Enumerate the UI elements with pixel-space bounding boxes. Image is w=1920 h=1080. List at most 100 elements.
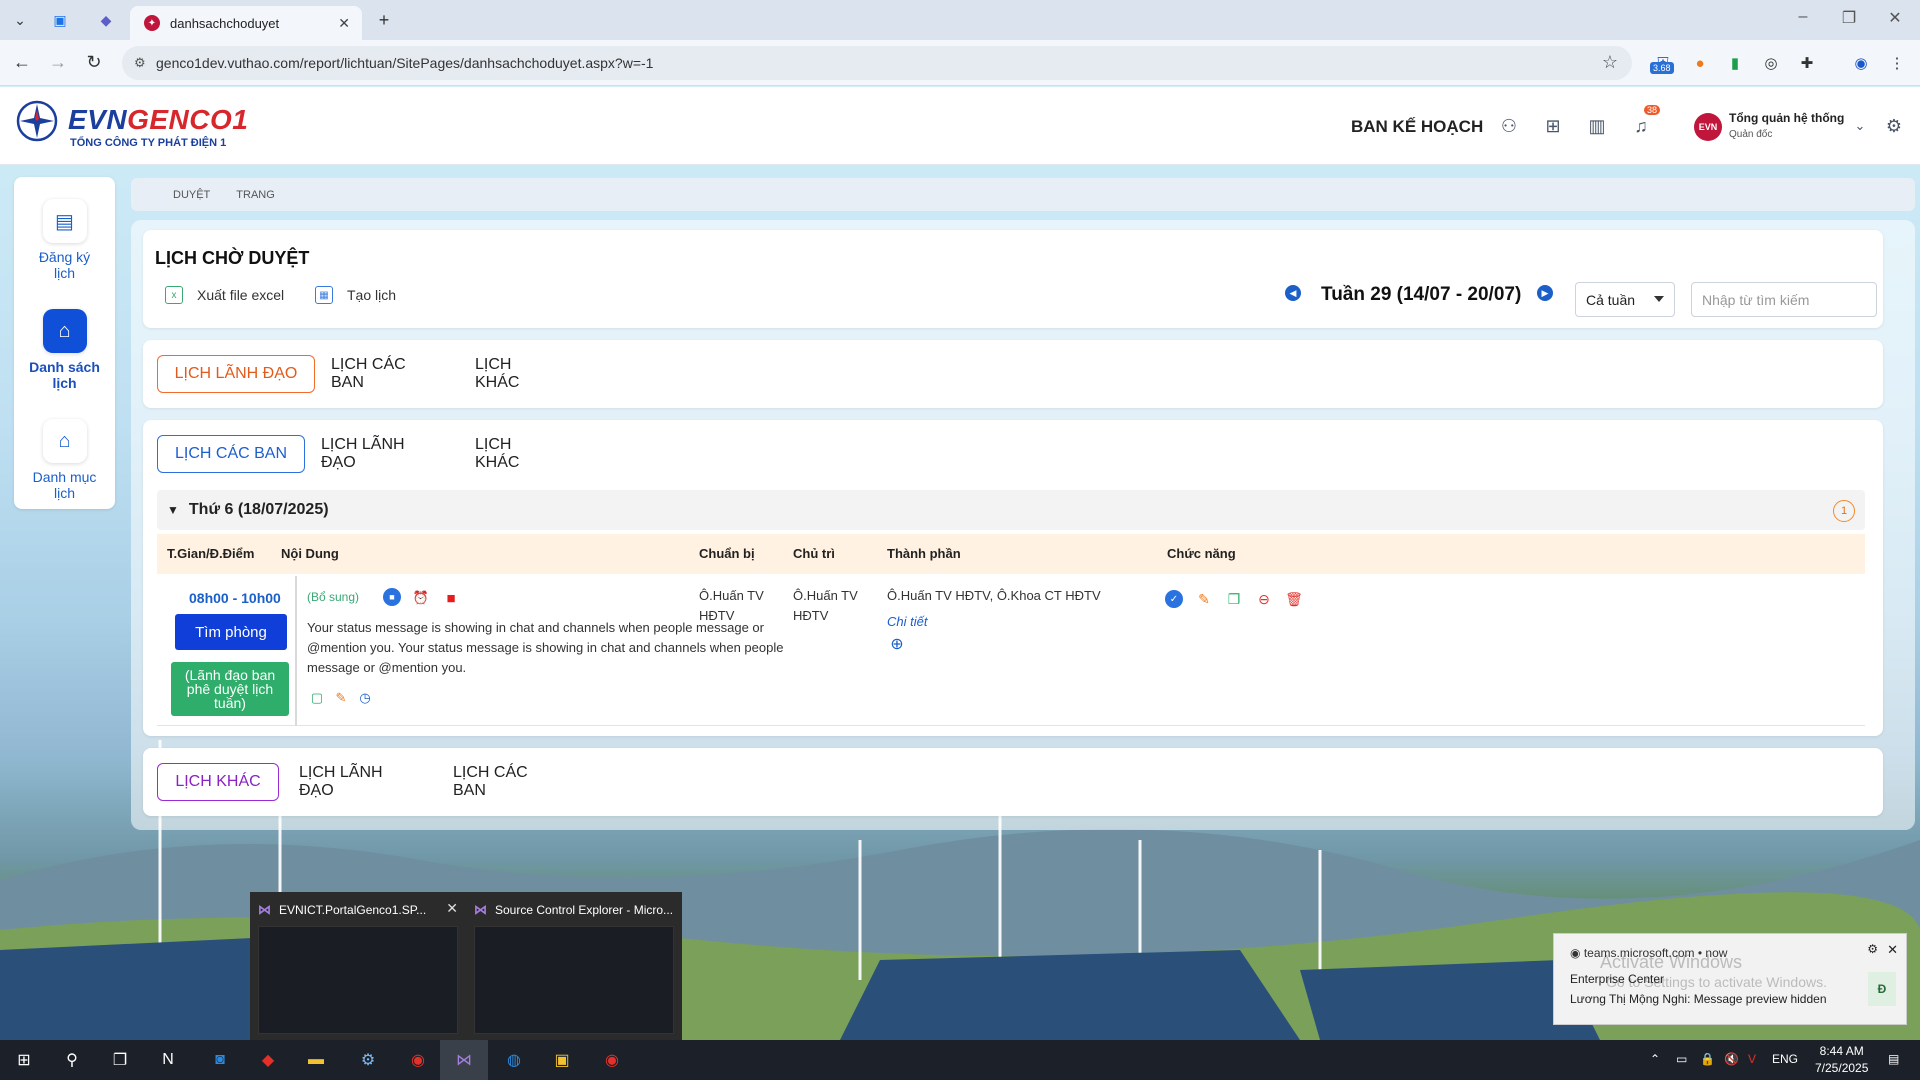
close-icon[interactable]: ✕	[1887, 942, 1898, 958]
export-excel-button[interactable]: x Xuất file excel	[165, 286, 284, 304]
tab-lich-khac[interactable]: LỊCH KHÁC	[475, 355, 557, 393]
tab-lich-lanh-dao[interactable]: LỊCH LÃNH ĐẠO	[299, 763, 417, 801]
copy-icon[interactable]: ❐	[1223, 588, 1245, 610]
chrome-icon[interactable]: ◉	[404, 1046, 432, 1074]
gear-icon[interactable]: ⚙	[1882, 114, 1906, 138]
camera-icon[interactable]: ■	[441, 588, 461, 608]
vpn-lock-icon[interactable]: 🔒	[1700, 1052, 1715, 1066]
thumbnail-source-control[interactable]: ⋈ Source Control Explorer - Micro...	[466, 892, 682, 1040]
minimize-icon[interactable]: –	[1780, 8, 1826, 26]
week-range-select[interactable]: Cả tuần	[1575, 282, 1675, 317]
browser-menu-icon[interactable]: ⋮	[1884, 50, 1910, 76]
close-icon[interactable]: ✕	[446, 900, 458, 917]
reject-icon[interactable]: ⊖	[1253, 588, 1275, 610]
extension-circle-icon[interactable]: ◎	[1758, 50, 1784, 76]
back-icon[interactable]: ←	[10, 52, 34, 73]
network-icon[interactable]: ▭	[1676, 1052, 1687, 1066]
tab-lich-cac-ban[interactable]: LỊCH CÁC BAN	[453, 763, 561, 801]
tab-lich-lanh-dao[interactable]: LỊCH LÃNH ĐẠO	[157, 355, 315, 393]
tab-lich-khac[interactable]: LỊCH KHÁC	[157, 763, 279, 801]
sidebar-item-register[interactable]: ▤ Đăng ký lịch	[14, 199, 115, 281]
edit-icon[interactable]: ✎	[331, 688, 351, 708]
anydesk-icon[interactable]: ◆	[254, 1046, 282, 1074]
tab-lich-lanh-dao[interactable]: LỊCH LÃNH ĐẠO	[321, 435, 439, 473]
approve-icon[interactable]: ✓	[1165, 590, 1183, 608]
next-week-icon[interactable]: ▶	[1537, 285, 1553, 301]
thumbnail-vs-solution[interactable]: ⋈ EVNICT.PortalGenco1.SP... ✕	[250, 892, 466, 1040]
windows-start-icon[interactable]: ⊞	[10, 1046, 38, 1074]
approve-note-icon[interactable]: ▢	[307, 688, 327, 708]
system-clock[interactable]: 8:44 AM 7/25/2025	[1815, 1043, 1868, 1077]
tab-search-icon[interactable]: ⌄	[8, 8, 32, 32]
table-row: 08h00 - 10h00 Tìm phòng (Lãnh đạo ban ph…	[157, 576, 1865, 726]
forward-icon[interactable]: →	[46, 52, 70, 73]
tab-lich-cac-ban[interactable]: LỊCH CÁC BAN	[157, 435, 305, 473]
profile-icon[interactable]: ◉	[1848, 50, 1874, 76]
prev-week-icon[interactable]: ◀	[1285, 285, 1301, 301]
extensions-puzzle-icon[interactable]: ✚	[1794, 50, 1820, 76]
alarm-icon[interactable]: ⏰	[411, 588, 431, 608]
restore-icon[interactable]: ❐	[1826, 8, 1872, 28]
network-app-icon[interactable]: ⚙	[354, 1046, 382, 1074]
avatar[interactable]: EVN	[1694, 113, 1722, 141]
teams-notification[interactable]: Activate Windows Go to Settings to activ…	[1553, 933, 1907, 1025]
find-room-button[interactable]: Tìm phòng	[175, 614, 287, 650]
lock-app-icon[interactable]: ▣	[548, 1046, 576, 1074]
reload-icon[interactable]: ↻	[82, 52, 106, 73]
department-name[interactable]: BAN KẾ HOẠCH	[1351, 117, 1483, 137]
day-group-label: Thứ 6 (18/07/2025)	[188, 501, 329, 518]
visual-studio-icon[interactable]: ⋈	[450, 1046, 478, 1074]
tab-lich-cac-ban[interactable]: LỊCH CÁC BAN	[331, 355, 437, 393]
bell-icon[interactable]: ♫	[1629, 114, 1653, 138]
sidebar-item-label: Danh sách lịch	[29, 359, 100, 391]
tray-chevron-up-icon[interactable]: ⌃	[1650, 1052, 1660, 1066]
bookmark-star-icon[interactable]: ☆	[1602, 52, 1618, 73]
delete-icon[interactable]: 🗑	[1283, 588, 1305, 610]
file-explorer-icon[interactable]: ▬	[302, 1046, 330, 1074]
close-window-icon[interactable]: ✕	[1872, 8, 1918, 28]
task-view-icon[interactable]: ❐	[106, 1046, 134, 1074]
book-icon[interactable]: ▥	[1585, 114, 1609, 138]
add-participant-icon[interactable]: ⊕	[887, 634, 907, 654]
gear-icon[interactable]: ⚙	[1867, 942, 1878, 956]
extension-bookmark-icon[interactable]: ▮	[1722, 50, 1748, 76]
tab-lich-khac[interactable]: LỊCH KHÁC	[475, 435, 557, 473]
status-badge[interactable]: (Lãnh đạo ban phê duyệt lịch tuần)	[171, 662, 289, 716]
outlook-tab-icon[interactable]: ▣	[48, 8, 72, 32]
url-field[interactable]: ⚙ genco1dev.vuthao.com/report/lichtuan/S…	[122, 46, 1632, 80]
history-icon[interactable]: ◷	[355, 688, 375, 708]
logo-evn-text: EVN	[68, 104, 128, 135]
users-icon[interactable]: ⚇	[1497, 114, 1521, 138]
day-group-header[interactable]: ▼ Thứ 6 (18/07/2025) 1	[157, 490, 1865, 530]
create-schedule-button[interactable]: ▦ Tạo lịch	[315, 286, 396, 304]
action-center-icon[interactable]: ▤	[1888, 1052, 1899, 1066]
sidebar-item-list[interactable]: ⌂ Danh sách lịch	[14, 309, 115, 391]
unikey-icon[interactable]: V	[1748, 1052, 1756, 1066]
detail-link[interactable]: Chi tiết	[887, 614, 927, 629]
sidebar-item-catalog[interactable]: ⌂ Danh mục lịch	[14, 419, 115, 501]
video-call-icon[interactable]: ■	[383, 588, 401, 606]
user-name[interactable]: Tổng quản hệ thống	[1729, 111, 1844, 125]
section-other: LỊCH KHÁC LỊCH LÃNH ĐẠO LỊCH CÁC BAN	[143, 748, 1883, 816]
search-icon[interactable]: ⚲	[58, 1046, 86, 1074]
volume-muted-icon[interactable]: 🔇	[1724, 1052, 1739, 1066]
breadcrumb-item[interactable]: TRANG	[236, 189, 275, 201]
active-tab[interactable]: ✦ danhsachchoduyet ✕	[130, 6, 362, 40]
teams-tab-icon[interactable]: ◆	[94, 8, 118, 32]
breadcrumb-item[interactable]: DUYỆT	[173, 189, 210, 201]
close-tab-icon[interactable]: ✕	[338, 15, 350, 32]
messenger-icon[interactable]: ◍	[500, 1046, 528, 1074]
extension-orange-icon[interactable]: ●	[1687, 50, 1713, 76]
language-indicator[interactable]: ENG	[1772, 1052, 1798, 1066]
site-info-icon[interactable]: ⚙	[134, 55, 146, 71]
edit-icon[interactable]: ✎	[1193, 588, 1215, 610]
sidebar-item-label: Đăng ký lịch	[38, 249, 91, 281]
chevron-down-icon[interactable]: ▼	[167, 503, 179, 517]
outlook-icon[interactable]: ◙	[206, 1046, 234, 1074]
chrome-icon[interactable]: ◉	[598, 1046, 626, 1074]
apps-grid-icon[interactable]: ⊞	[1541, 114, 1565, 138]
chevron-down-icon[interactable]: ⌄	[1848, 114, 1872, 138]
notion-icon[interactable]: N	[154, 1046, 182, 1074]
new-tab-icon[interactable]: +	[372, 8, 396, 32]
search-input[interactable]: Nhập từ tìm kiếm	[1691, 282, 1877, 317]
